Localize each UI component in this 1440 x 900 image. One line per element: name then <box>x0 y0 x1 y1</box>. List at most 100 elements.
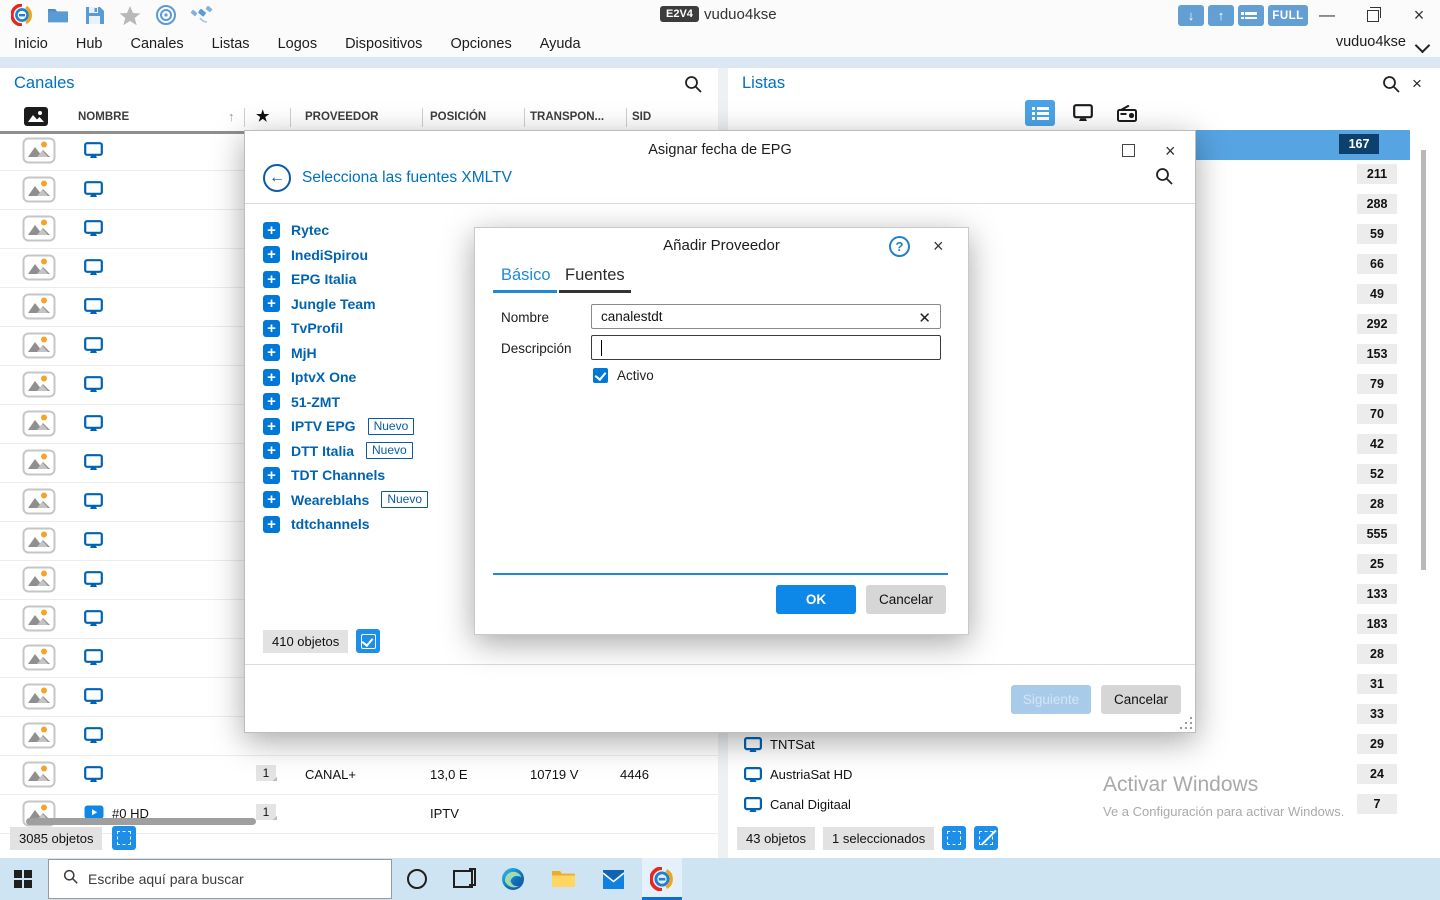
ok-button[interactable]: OK <box>776 585 856 614</box>
tab-basico[interactable]: Básico <box>501 266 551 285</box>
vertical-scrollbar[interactable] <box>1421 150 1426 570</box>
xmltv-source-item[interactable]: + DTT Italia Nuevo <box>263 439 428 464</box>
add-source-button[interactable]: + <box>263 271 280 288</box>
add-source-button[interactable]: + <box>263 246 280 263</box>
add-source-button[interactable]: + <box>263 344 280 361</box>
chevron-down-icon[interactable] <box>1415 38 1431 54</box>
add-source-button[interactable]: + <box>263 295 280 312</box>
close-icon[interactable]: × <box>933 237 944 255</box>
add-source-button[interactable]: + <box>263 516 280 533</box>
back-button[interactable]: ← <box>263 164 291 192</box>
search-icon[interactable] <box>1382 75 1400 98</box>
menu-opciones[interactable]: Opciones <box>450 36 511 52</box>
taskbar-search-input[interactable]: Escribe aquí para buscar <box>48 859 392 899</box>
check-all-button[interactable] <box>356 629 380 653</box>
select-all-button[interactable] <box>942 826 966 850</box>
xmltv-source-item[interactable]: + 51-ZMT <box>263 390 428 415</box>
cancel-button[interactable]: Cancelar <box>1101 685 1181 714</box>
edge-button[interactable] <box>500 866 526 892</box>
menu-listas[interactable]: Listas <box>212 36 250 52</box>
favorites-star-icon[interactable] <box>118 3 142 27</box>
close-button[interactable]: × <box>1404 5 1434 26</box>
xmltv-source-item[interactable]: + IPTV EPG Nuevo <box>263 414 428 439</box>
close-icon[interactable]: × <box>1165 142 1176 160</box>
monitor-icon <box>744 797 762 818</box>
channel-row[interactable]: 1 CANAL+ 13,0 E 10719 V 4446 <box>0 756 718 795</box>
start-button[interactable] <box>14 870 32 888</box>
close-panel-icon[interactable]: × <box>1412 75 1422 92</box>
xmltv-source-item[interactable]: + Jungle Team <box>263 292 428 317</box>
mail-button[interactable] <box>600 866 626 892</box>
menu-hub[interactable]: Hub <box>76 36 103 52</box>
bouquet-list-view-button[interactable] <box>1025 100 1055 126</box>
xmltv-source-item[interactable]: + IptvX One <box>263 365 428 390</box>
horizontal-scrollbar[interactable] <box>26 818 256 825</box>
add-source-button[interactable]: + <box>263 418 280 435</box>
full-button[interactable]: FULL <box>1268 5 1308 26</box>
cortana-button[interactable] <box>404 866 430 892</box>
search-icon[interactable] <box>1155 167 1173 190</box>
save-icon[interactable] <box>82 3 106 27</box>
tv-view-button[interactable] <box>1068 100 1098 126</box>
monitor-icon <box>84 766 103 788</box>
menu-inicio[interactable]: Inicio <box>14 36 48 52</box>
add-source-button[interactable]: + <box>263 393 280 410</box>
image-placeholder-icon <box>22 176 56 208</box>
profile-selector[interactable]: vuduo4kse <box>1336 34 1406 50</box>
column-nombre[interactable]: NOMBRE <box>78 111 129 123</box>
menu-ayuda[interactable]: Ayuda <box>540 36 581 52</box>
move-up-button[interactable]: ↑ <box>1208 5 1234 26</box>
add-source-button[interactable]: + <box>263 369 280 386</box>
resize-grip[interactable] <box>1180 717 1192 729</box>
target-icon[interactable] <box>154 3 178 27</box>
menu-dispositivos[interactable]: Dispositivos <box>345 36 422 52</box>
minimize-button[interactable]: — <box>1312 5 1342 26</box>
list-row[interactable]: TNTSat 29 <box>728 730 1428 760</box>
name-field[interactable]: canalestdt ✕ <box>591 304 941 329</box>
task-view-button[interactable] <box>450 866 476 892</box>
xmltv-source-item[interactable]: + MjH <box>263 341 428 366</box>
clear-input-icon[interactable]: ✕ <box>918 309 931 327</box>
radio-view-button[interactable] <box>1112 100 1142 126</box>
list-view-button[interactable] <box>1238 5 1264 26</box>
list-name: Canal Digitaal <box>770 797 851 812</box>
add-source-button[interactable]: + <box>263 320 280 337</box>
column-transponder[interactable]: TRANSPON... <box>530 111 604 123</box>
open-folder-icon[interactable] <box>46 3 70 27</box>
next-button[interactable]: Siguiente <box>1011 685 1091 714</box>
focused-tab-indicator <box>559 290 631 293</box>
xmltv-source-item[interactable]: + Rytec <box>263 218 428 243</box>
add-source-button[interactable]: + <box>263 467 280 484</box>
column-posicion[interactable]: POSICIÓN <box>430 111 486 123</box>
xmltv-source-item[interactable]: + TvProfil <box>263 316 428 341</box>
maximize-icon[interactable] <box>1122 144 1135 157</box>
menu-logos[interactable]: Logos <box>278 36 318 52</box>
move-down-button[interactable]: ↓ <box>1178 5 1204 26</box>
help-button[interactable]: ? <box>889 236 910 257</box>
column-sid[interactable]: SID <box>632 111 651 123</box>
satellite-icon[interactable] <box>190 3 214 27</box>
description-field[interactable] <box>591 335 941 360</box>
xmltv-source-item[interactable]: + EPG Italia <box>263 267 428 292</box>
favorite-column-icon[interactable]: ★ <box>256 107 269 125</box>
xmltv-source-item[interactable]: + InediSpirou <box>263 243 428 268</box>
watermark-line2: Ve a Configuración para activar Windows. <box>1103 804 1344 819</box>
menu-canales[interactable]: Canales <box>130 36 183 52</box>
xmltv-source-item[interactable]: + tdtchannels <box>263 512 428 537</box>
add-source-button[interactable]: + <box>263 222 280 239</box>
add-source-button[interactable]: + <box>263 491 280 508</box>
active-checkbox[interactable] <box>593 368 608 383</box>
xmltv-source-item[interactable]: + Weareblahs Nuevo <box>263 488 428 513</box>
add-source-button[interactable]: + <box>263 442 280 459</box>
search-icon[interactable] <box>684 75 702 98</box>
restore-button[interactable] <box>1358 5 1388 26</box>
xmltv-source-item[interactable]: + TDT Channels <box>263 463 428 488</box>
file-explorer-button[interactable] <box>550 866 576 892</box>
deselect-all-button[interactable] <box>974 826 998 850</box>
sort-ascending-icon[interactable]: ↑ <box>228 109 235 124</box>
tab-fuentes[interactable]: Fuentes <box>565 266 625 285</box>
select-all-button[interactable] <box>112 826 136 850</box>
channel-editor-taskbar-button[interactable] <box>642 858 682 900</box>
column-proveedor[interactable]: PROVEEDOR <box>305 111 379 123</box>
cancel-button[interactable]: Cancelar <box>866 585 946 614</box>
